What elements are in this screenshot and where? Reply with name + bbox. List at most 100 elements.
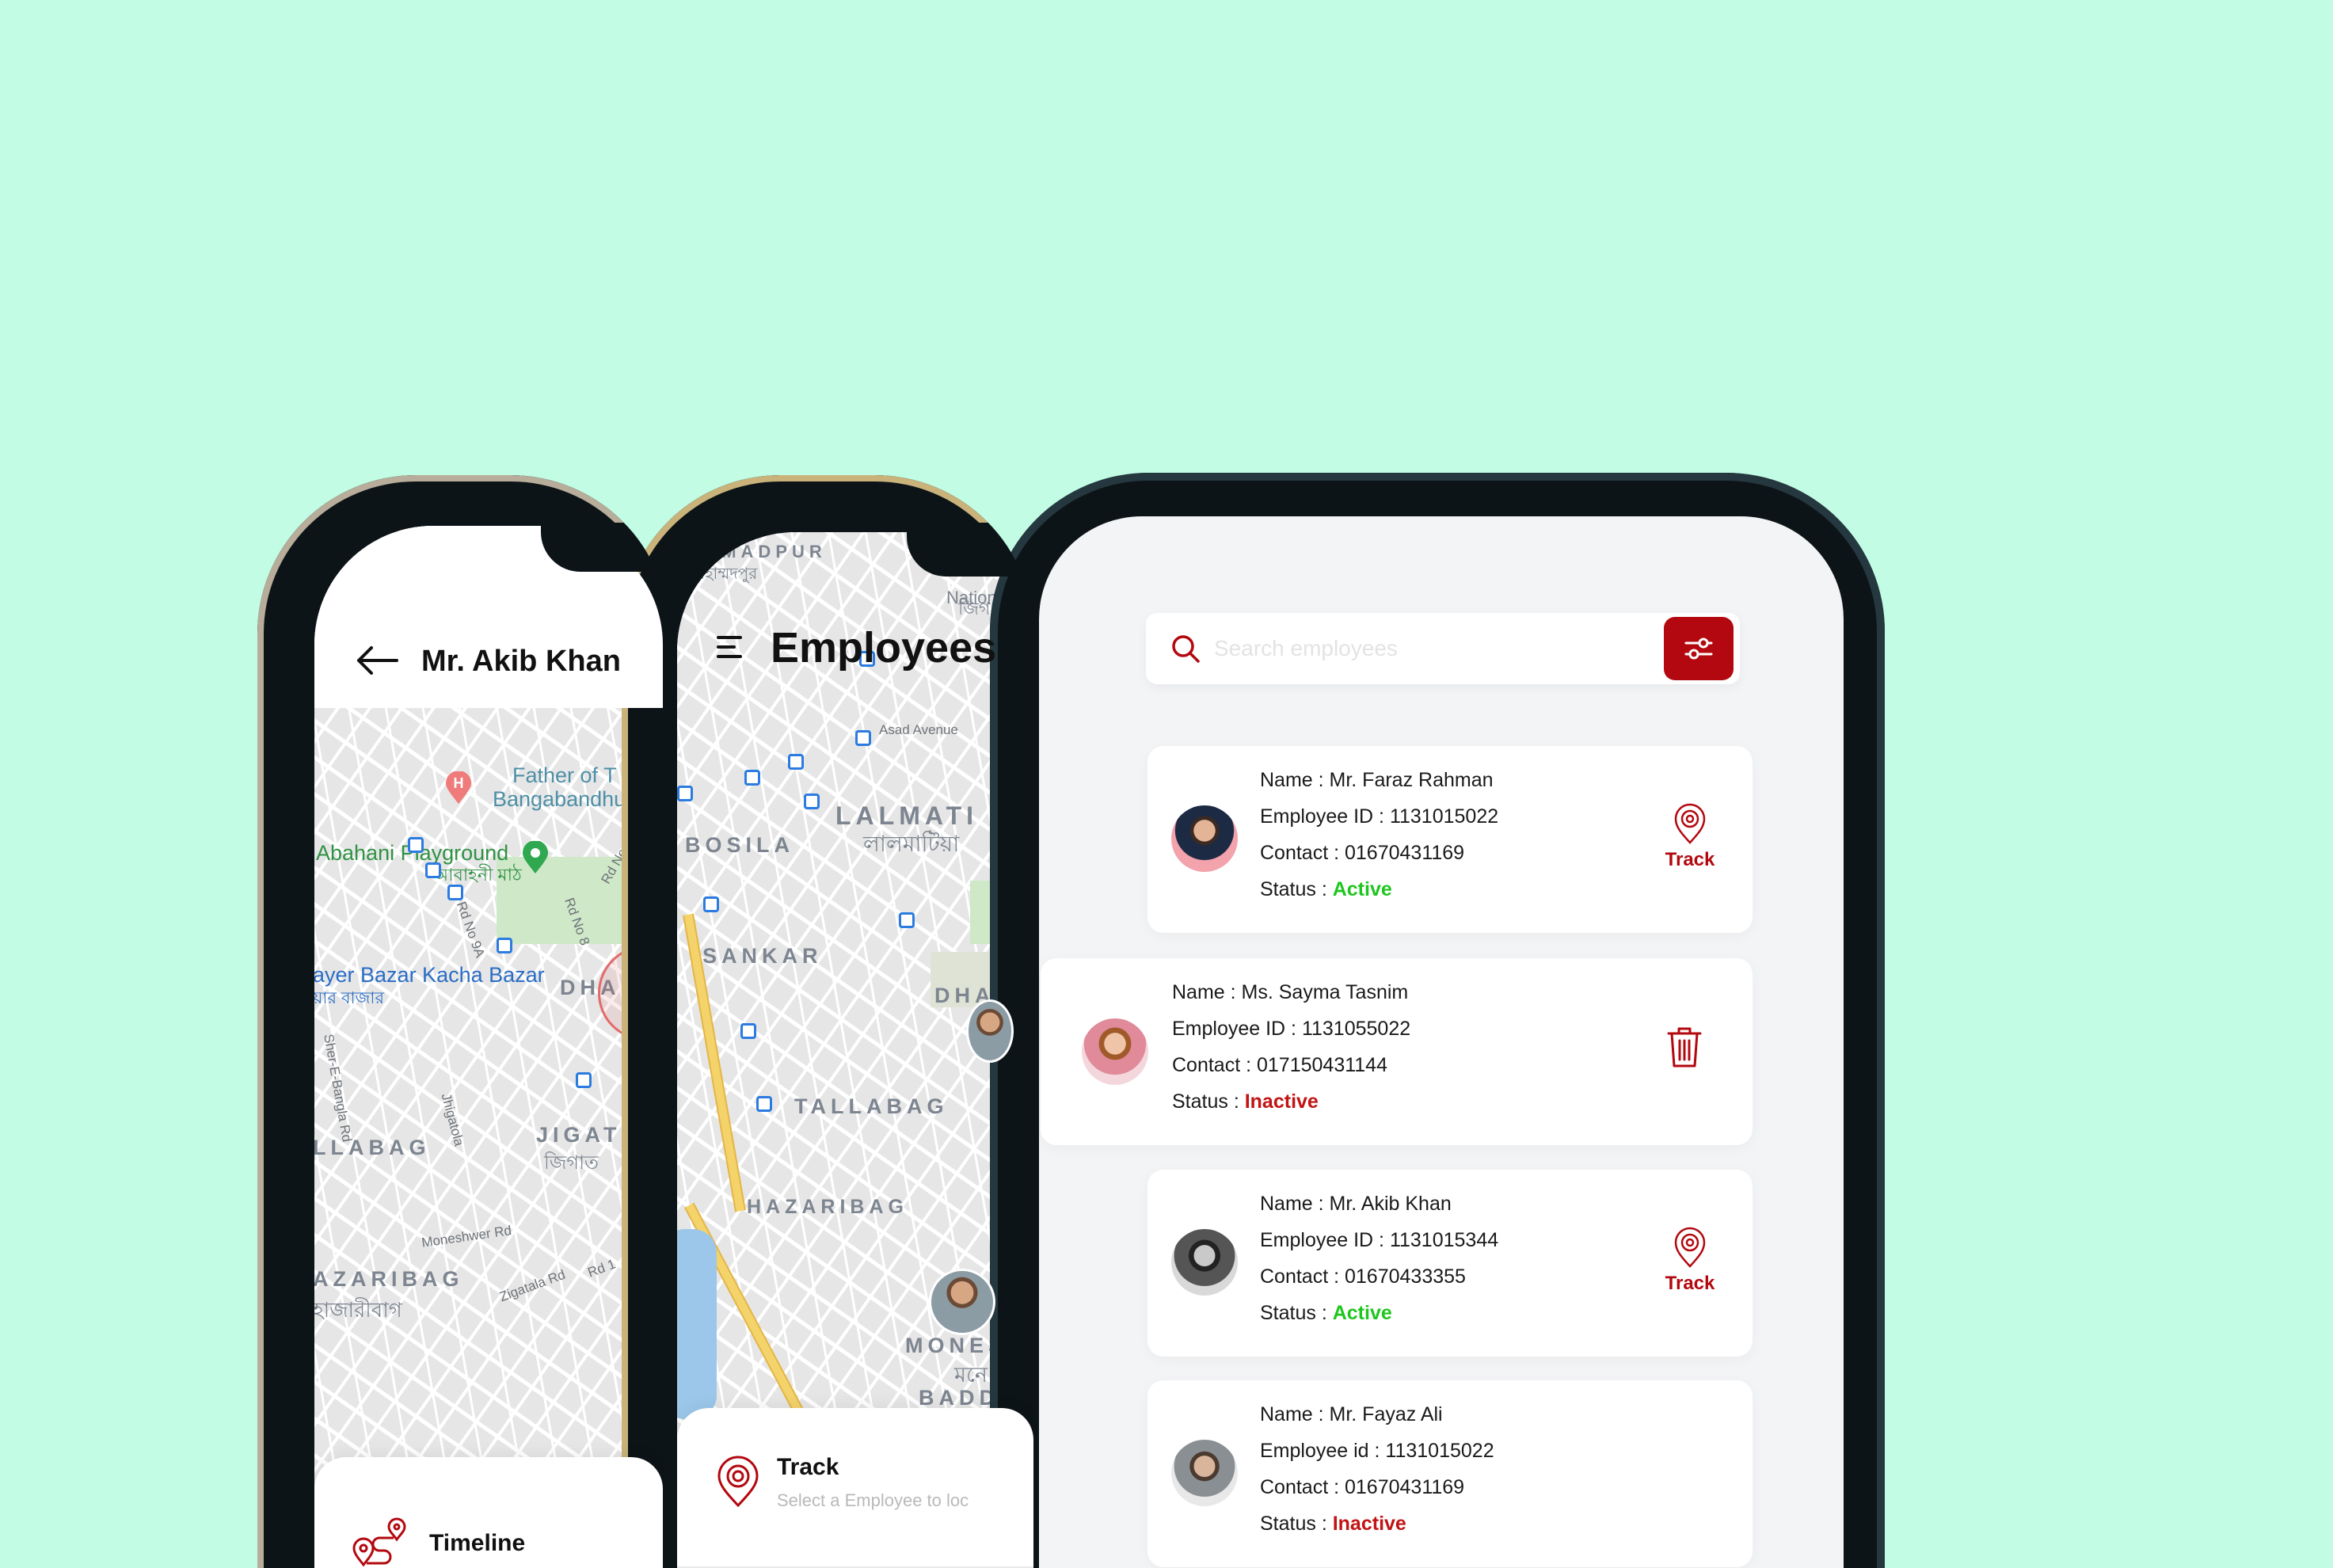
bus-stop-icon[interactable] [425, 862, 441, 878]
bus-stop-icon[interactable] [703, 896, 719, 912]
map-label: JIGAT [536, 1123, 622, 1147]
track-button[interactable]: Track [1654, 1227, 1726, 1295]
employee-name: Name : Mr. Faraz Rahman [1260, 769, 1494, 791]
bus-stop-icon[interactable] [677, 786, 693, 801]
map-label: HAZARIBAG [747, 1196, 908, 1218]
map-label: Asad Avenue [879, 722, 958, 737]
map-label: হাজারীবাগ [314, 1298, 402, 1322]
hospital-icon[interactable]: H [445, 771, 472, 805]
employee-list-screen: Name : Mr. Faraz Rahman Employee ID : 11… [1039, 516, 1844, 1568]
status-badge: Active [1332, 1302, 1392, 1324]
bus-stop-icon[interactable] [855, 730, 871, 746]
svg-text:H: H [454, 775, 464, 791]
employee-id: Employee ID : 1131015344 [1260, 1229, 1499, 1251]
map-label: AMMADPUR [685, 542, 827, 561]
avatar [1082, 1018, 1148, 1085]
phone-employee-list: Name : Mr. Faraz Rahman Employee ID : 11… [990, 473, 1885, 1568]
bottom-sheet: Track Select a Employee to loc [677, 1408, 1033, 1568]
employee-card[interactable]: Name : Mr. Faraz Rahman Employee ID : 11… [1147, 746, 1753, 933]
bus-stop-icon[interactable] [899, 912, 915, 928]
map-label: BADD [919, 1386, 999, 1410]
map-label: LLABAG [314, 1136, 431, 1159]
timeline-screen: Father of T Bangabandhu H Abahani Playgr… [314, 526, 663, 1568]
employee-map-marker[interactable] [966, 999, 1014, 1063]
status-badge: Inactive [1332, 1513, 1406, 1535]
status-badge: Active [1332, 878, 1392, 900]
search-input[interactable] [1214, 627, 1642, 670]
status-label: Status : [1260, 1513, 1333, 1535]
bus-stop-icon[interactable] [740, 1023, 756, 1039]
search-bar [1146, 613, 1740, 684]
employee-card[interactable]: Name : Ms. Sayma Tasnim Employee ID : 11… [1041, 958, 1753, 1145]
employee-map-marker[interactable] [929, 1269, 995, 1335]
park-icon[interactable] [522, 840, 549, 874]
map-label: Father of T [512, 763, 617, 787]
bus-stop-icon[interactable] [497, 938, 512, 953]
filter-button[interactable] [1664, 617, 1734, 680]
phone-timeline: Father of T Bangabandhu H Abahani Playgr… [257, 475, 669, 1568]
map-label: আবাহনী মাঠ [433, 865, 522, 885]
menu-icon[interactable] [717, 635, 747, 659]
employee-card[interactable]: Name : Mr. Akib Khan Employee ID : 11310… [1147, 1170, 1753, 1357]
bus-stop-icon[interactable] [408, 837, 424, 853]
employee-id: Employee ID : 1131015022 [1260, 805, 1499, 828]
employee-id: Employee ID : 1131055022 [1172, 1018, 1411, 1040]
avatar [1171, 1229, 1238, 1296]
track-screen: AMMADPUR মোহাম্মদপুর National Asad Avenu… [677, 532, 1033, 1568]
employee-name: Name : Mr. Fayaz Ali [1260, 1403, 1443, 1425]
page-title: Employees [771, 624, 997, 672]
status-label: Status : [1172, 1090, 1245, 1113]
map-label: AZARIBAG [314, 1267, 464, 1291]
bus-stop-icon[interactable] [804, 794, 820, 809]
phone-notch [541, 523, 669, 572]
map-label: জিগ [958, 599, 991, 618]
map-label: TALLABAG [794, 1094, 949, 1118]
employee-info: Name : Ms. Sayma Tasnim Employee ID : 11… [1172, 974, 1410, 1120]
employee-name: Name : Mr. Akib Khan [1260, 1193, 1452, 1215]
search-icon [1172, 635, 1200, 663]
employee-card[interactable]: Name : Mr. Fayaz Ali Employee id : 11310… [1147, 1380, 1753, 1567]
bus-stop-icon[interactable] [576, 1072, 592, 1088]
employee-info: Name : Mr. Akib Khan Employee ID : 11310… [1260, 1186, 1498, 1331]
trash-icon [1667, 1027, 1702, 1068]
back-arrow-icon[interactable] [356, 645, 398, 676]
employee-contact: Contact : 01670431169 [1260, 1476, 1465, 1498]
employee-contact: Contact : 017150431144 [1172, 1054, 1387, 1076]
status-label: Status : [1260, 878, 1333, 900]
employee-contact: Contact : 01670431169 [1260, 842, 1465, 864]
map-label: Bangabandhu [493, 787, 626, 811]
map-label: SANKAR [702, 944, 823, 968]
bus-stop-icon[interactable] [756, 1096, 772, 1112]
river [677, 1229, 717, 1419]
map-label: লালমাটিয়া [863, 832, 960, 856]
location-pin-icon [717, 1456, 759, 1508]
status-badge: Inactive [1244, 1090, 1319, 1113]
status-label: Status : [1260, 1302, 1333, 1324]
bus-stop-icon[interactable] [447, 885, 463, 900]
map-label: জিগাত [544, 1152, 599, 1174]
location-pin-icon [1674, 1227, 1706, 1268]
track-label[interactable]: Track [777, 1454, 839, 1481]
phone-notch [907, 523, 1033, 577]
avatar [1171, 805, 1238, 872]
bus-stop-icon[interactable] [788, 754, 804, 770]
page-title: Mr. Akib Khan [421, 645, 621, 678]
employee-contact: Contact : 01670433355 [1260, 1265, 1466, 1288]
bus-stop-icon[interactable] [744, 770, 760, 786]
map-label: মোহাম্মদপুর [685, 565, 758, 583]
employee-name: Name : Ms. Sayma Tasnim [1172, 981, 1409, 1003]
track-hint: Select a Employee to loc [777, 1490, 969, 1510]
location-pin-icon [1674, 803, 1706, 844]
employee-id: Employee id : 1131015022 [1260, 1440, 1494, 1462]
route-icon [352, 1517, 406, 1567]
employee-info: Name : Mr. Faraz Rahman Employee ID : 11… [1260, 762, 1498, 908]
track-button[interactable]: Track [1654, 803, 1726, 871]
track-label: Track [1665, 849, 1715, 870]
bottom-sheet: Timeline [314, 1457, 663, 1568]
avatar [1171, 1440, 1238, 1506]
map-label: ayer Bazar Kacha Bazar [314, 963, 545, 987]
timeline-label[interactable]: Timeline [429, 1530, 525, 1557]
delete-button[interactable] [1666, 1025, 1714, 1072]
employee-info: Name : Mr. Fayaz Ali Employee id : 11310… [1260, 1396, 1494, 1542]
map-label: BOSILA [685, 833, 795, 857]
